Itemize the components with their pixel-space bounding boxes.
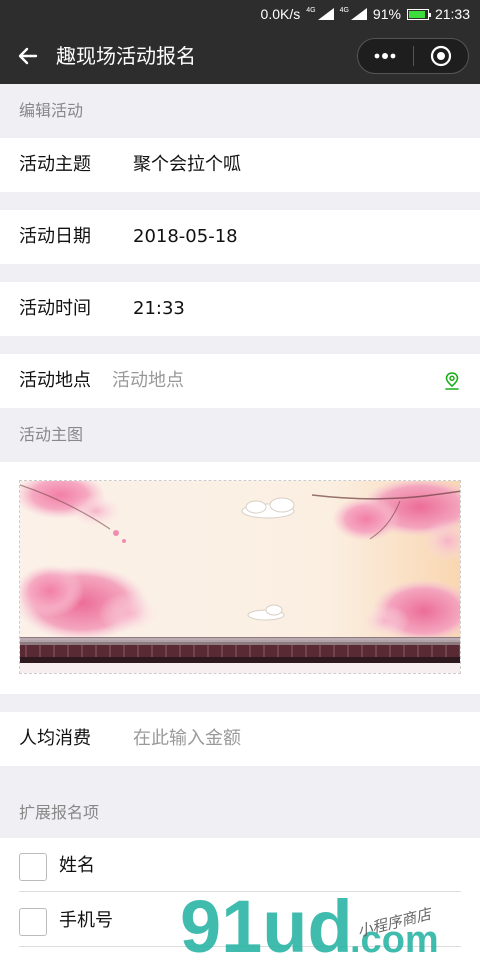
location-input[interactable]: 活动地点 bbox=[112, 354, 184, 408]
extend-item-label: 姓名 bbox=[59, 855, 95, 876]
battery-icon bbox=[406, 8, 431, 20]
battery-percent: 91% bbox=[372, 6, 401, 22]
target-circle-icon bbox=[430, 45, 451, 67]
mini-program-capsule bbox=[357, 38, 469, 74]
extend-item-name[interactable]: 姓名 bbox=[19, 838, 461, 892]
status-bar: 0.0K/s 4G 4G 91% 21:33 bbox=[0, 0, 480, 28]
time-row[interactable]: 活动时间 21:33 bbox=[0, 282, 480, 336]
fee-input[interactable]: 在此输入金额 bbox=[133, 712, 241, 766]
extend-items-list: 姓名 手机号 bbox=[0, 838, 480, 960]
checkbox[interactable] bbox=[19, 908, 47, 936]
section-edit-label: 编辑活动 bbox=[19, 101, 84, 120]
arrow-left-icon[interactable] bbox=[16, 44, 40, 68]
topic-label: 活动主题 bbox=[19, 154, 91, 175]
network-speed: 0.0K/s bbox=[260, 6, 301, 22]
fee-label: 人均消费 bbox=[19, 728, 91, 749]
location-pin-icon[interactable] bbox=[444, 372, 460, 390]
topic-row[interactable]: 活动主题 聚个会拉个呱 bbox=[0, 138, 480, 192]
main-image[interactable] bbox=[19, 480, 461, 674]
checkbox[interactable] bbox=[19, 853, 47, 881]
topic-input[interactable]: 聚个会拉个呱 bbox=[133, 138, 241, 192]
date-row[interactable]: 活动日期 2018-05-18 bbox=[0, 210, 480, 264]
date-label: 活动日期 bbox=[19, 226, 91, 247]
clock: 21:33 bbox=[434, 6, 470, 22]
page-title: 趣现场活动报名 bbox=[56, 44, 196, 68]
more-dots-icon bbox=[374, 53, 396, 59]
nav-bar: 趣现场活动报名 bbox=[0, 28, 480, 84]
time-label: 活动时间 bbox=[19, 298, 91, 319]
network-type-1: 4G bbox=[306, 7, 316, 14]
time-picker[interactable]: 21:33 bbox=[133, 282, 185, 336]
section-main-image-label: 活动主图 bbox=[19, 425, 84, 444]
date-picker[interactable]: 2018-05-18 bbox=[133, 210, 238, 264]
location-row[interactable]: 活动地点 活动地点 bbox=[0, 354, 480, 408]
network-type-2: 4G bbox=[339, 7, 349, 14]
close-button[interactable] bbox=[413, 39, 468, 73]
extend-item-phone[interactable]: 手机号 bbox=[19, 893, 461, 947]
location-label: 活动地点 bbox=[19, 370, 91, 391]
signal-icon bbox=[350, 8, 367, 20]
extend-item-label: 手机号 bbox=[59, 910, 113, 931]
section-extend-label: 扩展报名项 bbox=[19, 803, 100, 822]
signal-icon bbox=[317, 8, 334, 20]
main-image-panel bbox=[0, 462, 480, 694]
fee-row[interactable]: 人均消费 在此输入金额 bbox=[0, 712, 480, 766]
cherry-blossom-banner-image bbox=[20, 481, 460, 673]
more-button[interactable] bbox=[358, 39, 413, 73]
